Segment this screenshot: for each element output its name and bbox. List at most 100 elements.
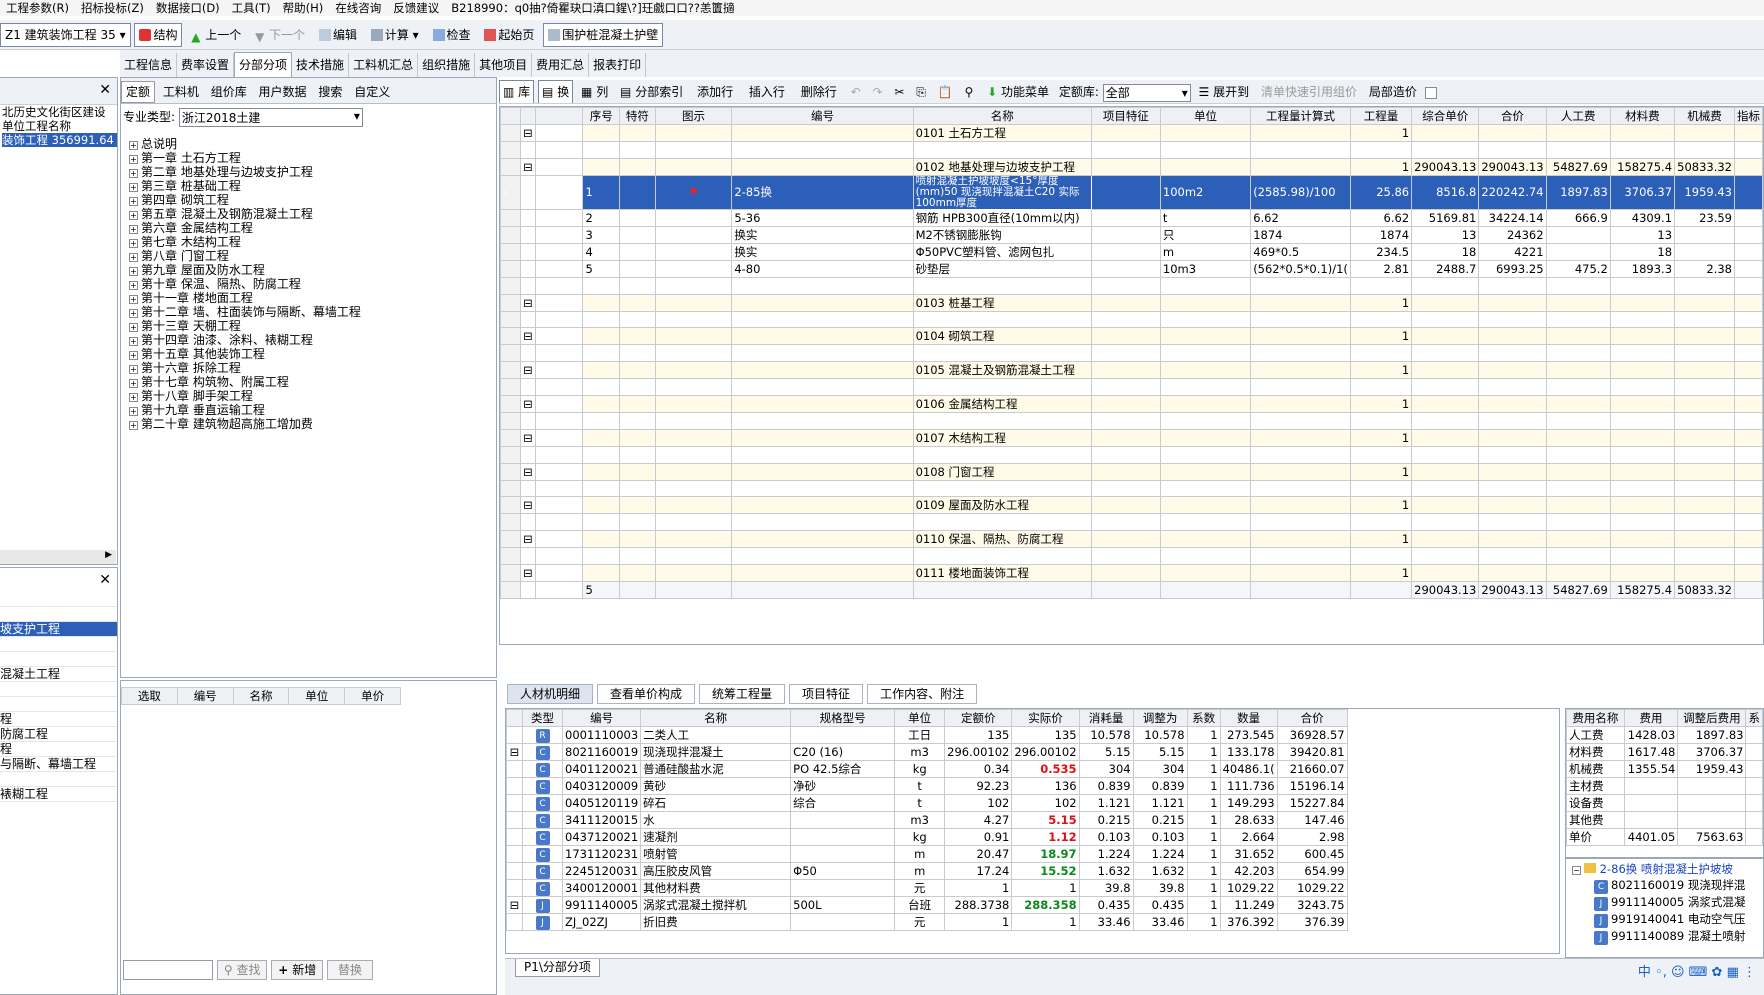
table-cell[interactable]	[912, 513, 1092, 532]
table-cell[interactable]	[1609, 462, 1676, 481]
table-cell[interactable]	[1674, 496, 1735, 515]
column-header[interactable]: 数量	[1219, 709, 1278, 727]
table-cell[interactable]: 0110 保温、隔热、防腐工程	[912, 530, 1092, 549]
table-cell[interactable]	[582, 378, 621, 396]
fee-cell[interactable]: 1897.83	[1677, 726, 1747, 744]
table-cell[interactable]: 24362	[1478, 225, 1547, 244]
material-cell[interactable]: 8021160019	[561, 743, 642, 761]
chapter-nav-item[interactable]	[0, 682, 117, 697]
table-row[interactable]: ⊟ 0103 桩基工程 1	[500, 293, 1763, 312]
table-cell[interactable]	[1411, 530, 1480, 549]
material-cell[interactable]: 15227.84	[1276, 794, 1348, 812]
material-cell[interactable]: 碎石	[640, 794, 792, 812]
table-cell[interactable]	[654, 513, 733, 532]
table-cell[interactable]	[1090, 563, 1161, 582]
table-cell[interactable]	[1411, 378, 1480, 396]
row-toggle[interactable]	[506, 760, 523, 778]
add-button[interactable]: + 新增	[271, 959, 324, 980]
table-cell[interactable]	[912, 411, 1092, 430]
table-cell[interactable]	[1478, 563, 1547, 582]
h-scrollbar[interactable]: ▶	[0, 550, 116, 564]
table-cell[interactable]	[1349, 479, 1413, 498]
tab-pricing-lib[interactable]: 组价库	[207, 85, 251, 99]
check-button[interactable]: 检查	[428, 23, 476, 47]
fee-cell[interactable]	[1677, 794, 1747, 812]
material-cell[interactable]: 0.839	[1078, 777, 1134, 795]
table-cell[interactable]	[1545, 496, 1611, 515]
chapter-node[interactable]: + 第十六章 拆除工程	[129, 361, 496, 375]
chapter-node[interactable]: + 第十二章 墙、柱面装饰与隔断、幕墙工程	[129, 305, 496, 319]
table-cell[interactable]	[1734, 411, 1763, 430]
row-toggle[interactable]	[520, 208, 536, 227]
table-cell[interactable]	[1250, 428, 1351, 447]
table-cell[interactable]	[1411, 293, 1480, 312]
table-cell[interactable]	[1090, 141, 1161, 159]
chapter-node[interactable]: + 第十九章 垂直运输工程	[129, 403, 496, 417]
table-cell[interactable]	[731, 445, 914, 464]
column-header[interactable]: 定额价	[944, 709, 1013, 727]
material-cell[interactable]: 0001110003	[561, 726, 642, 744]
table-cell[interactable]: 1	[1349, 157, 1413, 176]
column-header[interactable]: 图示	[654, 107, 733, 125]
column-header[interactable]: 综合单价	[1411, 107, 1480, 125]
material-cell[interactable]: 1	[1186, 828, 1221, 846]
row-toggle[interactable]	[506, 777, 523, 795]
current-item-tab[interactable]: 围护桩混凝土护壁	[543, 23, 664, 47]
table-row[interactable]: 2 5-36 钢筋 HPB300直径(10mm以内) t 6.62 6.62 5169.81…	[500, 208, 1763, 227]
material-cell[interactable]: 654.99	[1276, 862, 1348, 880]
project-node[interactable]: 北历史文化街区建设	[2, 105, 117, 119]
row-toggle[interactable]	[520, 259, 536, 278]
table-cell[interactable]	[1250, 141, 1351, 159]
table-cell[interactable]	[582, 563, 621, 582]
table-cell[interactable]	[654, 141, 733, 159]
row-toggle[interactable]	[506, 726, 523, 744]
row-toggle[interactable]	[520, 513, 536, 532]
composition-item[interactable]: J 9919140041 电动空气压	[1594, 911, 1763, 928]
table-cell[interactable]: 0111 楼地面装饰工程	[912, 563, 1092, 582]
material-cell[interactable]: 376.39	[1276, 913, 1348, 931]
find-icon[interactable]: ⚲	[960, 85, 977, 99]
table-row[interactable]	[500, 445, 1763, 464]
table-cell[interactable]	[619, 462, 656, 481]
material-cell[interactable]: 1.224	[1078, 845, 1134, 863]
table-cell[interactable]: 469*0.5	[1250, 242, 1351, 261]
table-row[interactable]	[500, 479, 1763, 498]
row-toggle[interactable]	[506, 794, 523, 812]
material-cell[interactable]: 1	[1186, 794, 1221, 812]
table-cell[interactable]	[1545, 479, 1611, 498]
table-cell[interactable]	[1734, 445, 1763, 464]
table-cell[interactable]	[654, 445, 733, 464]
material-cell[interactable]: 台班	[894, 896, 946, 914]
table-cell[interactable]: 18	[1609, 242, 1676, 261]
table-cell[interactable]	[1734, 293, 1763, 312]
table-cell[interactable]	[1090, 428, 1161, 447]
material-cell[interactable]: 0405120119	[561, 794, 642, 812]
table-cell[interactable]	[1545, 344, 1611, 363]
table-cell[interactable]	[1609, 394, 1676, 413]
table-row[interactable]: ⊟ 0108 门窗工程 1	[500, 462, 1763, 481]
material-cell[interactable]	[790, 811, 896, 829]
table-cell[interactable]	[1090, 411, 1161, 430]
table-cell[interactable]	[1674, 411, 1735, 430]
table-cell[interactable]: 0105 混凝土及钢筋混凝土工程	[912, 361, 1092, 380]
table-cell[interactable]: 换实	[731, 242, 914, 261]
table-cell[interactable]	[619, 378, 656, 396]
material-cell[interactable]: 11.249	[1219, 896, 1278, 914]
menu-item[interactable]: 反馈建议	[387, 0, 445, 16]
column-header[interactable]: 费用	[1623, 709, 1679, 727]
table-cell[interactable]	[1734, 361, 1763, 380]
find-button[interactable]: ⚲ 查找	[216, 959, 268, 980]
table-cell[interactable]: 2.81	[1349, 259, 1413, 278]
table-cell[interactable]	[1734, 563, 1763, 582]
table-cell[interactable]	[654, 547, 733, 565]
table-cell[interactable]	[731, 563, 914, 582]
row-toggle[interactable]	[520, 310, 536, 329]
expand-icon[interactable]: +	[129, 281, 138, 290]
table-cell[interactable]	[1609, 411, 1676, 430]
material-cell[interactable]: 净砂	[790, 777, 896, 795]
table-cell[interactable]: 0109 屋面及防水工程	[912, 496, 1092, 515]
table-cell[interactable]	[1674, 445, 1735, 464]
table-cell[interactable]	[1159, 563, 1252, 582]
table-cell[interactable]	[1411, 411, 1480, 430]
tab-fee-summary[interactable]: 费用汇总	[532, 53, 590, 77]
